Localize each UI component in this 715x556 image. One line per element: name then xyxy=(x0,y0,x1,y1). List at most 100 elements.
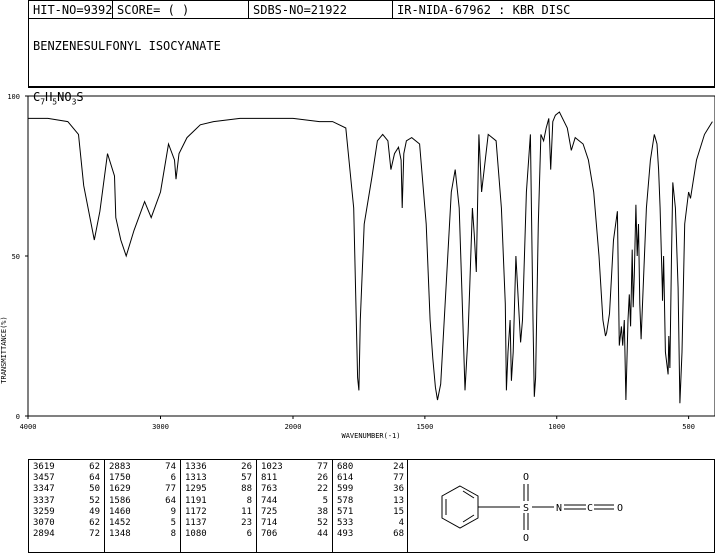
peak-wavenumber: 3619 xyxy=(33,462,55,472)
peak-transmittance: 72 xyxy=(89,529,100,540)
peak-wavenumber: 3337 xyxy=(33,495,55,506)
score: SCORE= ( ) xyxy=(113,1,249,19)
peak-transmittance: 22 xyxy=(317,484,328,495)
x-tick-label: 500 xyxy=(682,423,695,431)
peak-transmittance: 57 xyxy=(241,473,252,484)
spectrum-series-line xyxy=(28,111,713,404)
x-tick-label: 1500 xyxy=(416,423,433,431)
peak-row: 1023 77 xyxy=(261,462,328,473)
atom-s: S xyxy=(523,503,529,514)
peak-wavenumber: 571 xyxy=(337,506,354,517)
peak-row: 3457 64 xyxy=(33,473,100,484)
peak-transmittance: 26 xyxy=(317,473,328,484)
peak-row: 614 77 xyxy=(337,473,404,484)
atom-o-bottom: O xyxy=(523,533,529,544)
peak-row: 578 13 xyxy=(337,496,404,507)
peak-wavenumber: 725 xyxy=(261,506,278,517)
peak-row: 706 44 xyxy=(261,529,328,540)
peak-transmittance: 62 xyxy=(89,462,100,472)
y-axis-label: TRANSMITTANCE(%) xyxy=(0,316,8,383)
peak-row: 1452 5 xyxy=(109,518,176,529)
peak-transmittance: 4 xyxy=(398,518,404,529)
peak-row: 763 22 xyxy=(261,484,328,495)
peak-row: 1348 8 xyxy=(109,529,176,540)
peak-row: 1629 77 xyxy=(109,484,176,495)
peak-row: 3070 62 xyxy=(33,518,100,529)
peak-transmittance: 44 xyxy=(317,529,328,540)
peak-wavenumber: 3347 xyxy=(33,484,55,495)
peak-transmittance: 8 xyxy=(170,529,176,540)
peak-wavenumber: 1452 xyxy=(109,518,131,529)
y-tick-label: 100 xyxy=(7,93,20,101)
peak-transmittance: 6 xyxy=(246,529,252,540)
peak-column: 1023 77 811 26 763 22 744 5 725 38 714 52 706 44 xyxy=(257,460,333,552)
header-bar: HIT-NO=9392 SCORE= ( ) SDBS-NO=21922 IR-… xyxy=(28,0,715,19)
peak-row: 1080 6 xyxy=(185,529,252,540)
peak-column: 1336 26 1313 57 1295 88 1191 8 1172 11 1137 23 1080 6 xyxy=(181,460,257,552)
sdbs-number: SDBS-NO=21922 xyxy=(249,1,393,19)
peak-wavenumber: 493 xyxy=(337,529,354,540)
hit-number: HIT-NO=9392 xyxy=(29,1,113,19)
peak-wavenumber: 2883 xyxy=(109,462,131,472)
peak-transmittance: 8 xyxy=(246,495,252,506)
peak-wavenumber: 614 xyxy=(337,473,354,484)
peak-transmittance: 38 xyxy=(317,506,328,517)
peak-transmittance: 49 xyxy=(89,506,100,517)
peak-row: 725 38 xyxy=(261,507,328,518)
peak-wavenumber: 744 xyxy=(261,495,278,506)
atom-o-right: O xyxy=(617,503,623,514)
peak-wavenumber: 578 xyxy=(337,495,354,506)
peak-row: 571 15 xyxy=(337,507,404,518)
peak-wavenumber: 1172 xyxy=(185,506,207,517)
y-tick-label: 50 xyxy=(12,253,20,261)
peak-transmittance: 77 xyxy=(317,462,328,472)
peak-transmittance: 62 xyxy=(89,518,100,529)
peak-wavenumber: 1348 xyxy=(109,529,131,540)
x-tick-label: 1000 xyxy=(548,423,565,431)
peak-row: 3259 49 xyxy=(33,507,100,518)
ir-spectrum-chart: 0 50 100 4000 3000 2000 1500 1000 500 WAVENUMBE… xyxy=(0,93,715,440)
peak-wavenumber: 763 xyxy=(261,484,278,495)
peak-row: 1295 88 xyxy=(185,484,252,495)
x-tick-label: 3000 xyxy=(152,423,169,431)
peak-row: 744 5 xyxy=(261,496,328,507)
peak-wavenumber: 1586 xyxy=(109,495,131,506)
peak-transmittance: 52 xyxy=(89,495,100,506)
peak-transmittance: 13 xyxy=(393,495,404,506)
atom-n: N xyxy=(556,503,562,514)
peak-row: 599 36 xyxy=(337,484,404,495)
x-axis-label: WAVENUMBER(-1) xyxy=(341,432,400,440)
peak-transmittance: 64 xyxy=(89,473,100,484)
peak-transmittance: 5 xyxy=(170,518,176,529)
peak-transmittance: 23 xyxy=(241,518,252,529)
peak-transmittance: 26 xyxy=(241,462,252,472)
peak-transmittance: 11 xyxy=(241,506,252,517)
peak-table: 3619 62 3457 64 3347 50 3337 52 3259 49 3070 62 2894… xyxy=(28,459,408,553)
peak-row: 3337 52 xyxy=(33,496,100,507)
peak-wavenumber: 599 xyxy=(337,484,354,495)
peak-transmittance: 24 xyxy=(393,462,404,472)
peak-transmittance: 50 xyxy=(89,484,100,495)
peak-row: 680 24 xyxy=(337,462,404,473)
peak-wavenumber: 1460 xyxy=(109,506,131,517)
peak-row: 493 68 xyxy=(337,529,404,540)
peak-wavenumber: 1080 xyxy=(185,529,207,540)
ir-source: IR-NIDA-67962 : KBR DISC xyxy=(397,3,571,17)
peak-transmittance: 77 xyxy=(393,473,404,484)
peak-row: 1313 57 xyxy=(185,473,252,484)
peak-row: 1460 9 xyxy=(109,507,176,518)
structure-panel: O S O N C O xyxy=(407,459,715,553)
peak-transmittance: 52 xyxy=(317,518,328,529)
peak-wavenumber: 706 xyxy=(261,529,278,540)
x-tick-label: 4000 xyxy=(20,423,37,431)
peak-row: 1191 8 xyxy=(185,496,252,507)
peak-row: 533 4 xyxy=(337,518,404,529)
peak-wavenumber: 3259 xyxy=(33,506,55,517)
plot-frame xyxy=(27,95,715,417)
atom-o-top: O xyxy=(523,472,529,483)
peak-transmittance: 9 xyxy=(170,506,176,517)
peak-row: 811 26 xyxy=(261,473,328,484)
peak-wavenumber: 1336 xyxy=(185,462,207,472)
peak-transmittance: 77 xyxy=(165,484,176,495)
peak-wavenumber: 714 xyxy=(261,518,278,529)
